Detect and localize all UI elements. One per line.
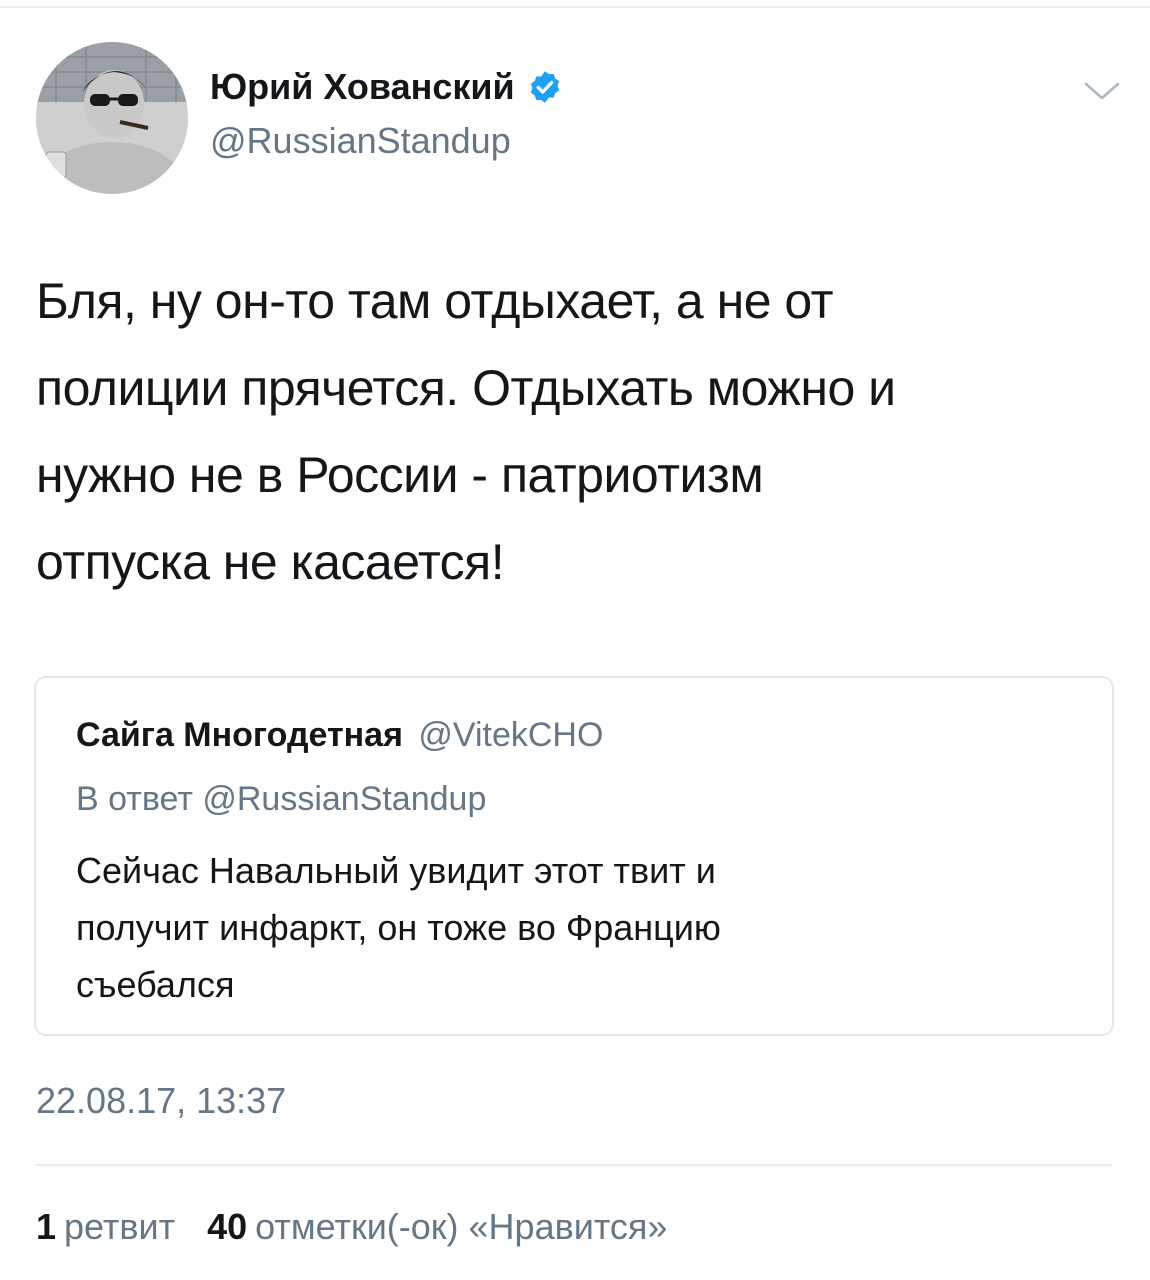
retweets-count: 1 <box>36 1206 57 1247</box>
author-handle[interactable]: @RussianStandup <box>210 120 511 162</box>
likes-label: отметки(-ок) «Нравится» <box>255 1206 668 1247</box>
tweet-text-line: полиции прячется. Отдыхать можно и <box>36 360 896 416</box>
quoted-tweet-text: Сейчас Навальный увидит этот твит и полу… <box>76 842 721 1013</box>
tweet-text: Бля, ну он-то там отдыхает, а не от поли… <box>36 258 1126 606</box>
stats-divider <box>36 1164 1112 1166</box>
likes-stat[interactable]: 40 отметки(-ок) «Нравится» <box>207 1206 689 1247</box>
quoted-tweet-header: Сайга Многодетная @VitekCHO <box>76 716 603 755</box>
tweet-text-line: отпуска не касается! <box>36 534 505 590</box>
tweet-stats: 1 ретвит 40 отметки(-ок) «Нравится» <box>36 1206 689 1248</box>
verified-badge-icon <box>530 71 559 103</box>
quoted-reply-to: В ответ @RussianStandup <box>76 780 487 818</box>
top-divider <box>0 6 1150 8</box>
tweet-text-line: нужно не в России - патриотизм <box>36 447 764 503</box>
likes-count: 40 <box>207 1206 248 1247</box>
retweets-label: ретвит <box>64 1206 176 1247</box>
retweets-stat[interactable]: 1 ретвит <box>36 1206 207 1247</box>
quoted-tweet-card[interactable]: Сайга Многодетная @VitekCHO В ответ @Rus… <box>34 676 1114 1036</box>
tweet-text-line: Бля, ну он-то там отдыхает, а не от <box>36 273 834 329</box>
profile-photo-icon <box>36 42 188 194</box>
author-display-name[interactable]: Юрий Хованский <box>210 66 563 108</box>
quoted-text-line: Сейчас Навальный увидит этот твит и <box>76 850 716 891</box>
avatar[interactable] <box>36 42 188 194</box>
quoted-text-line: получит инфаркт, он тоже во Францию <box>76 907 721 948</box>
chevron-down-icon[interactable] <box>1082 76 1122 106</box>
quoted-text-line: съебался <box>76 964 235 1005</box>
quoted-author-handle: @VitekCHO <box>418 716 604 754</box>
author-name-text: Юрий Хованский <box>210 66 515 107</box>
tweet-timestamp[interactable]: 22.08.17, 13:37 <box>36 1080 286 1122</box>
quoted-author-name: Сайга Многодетная <box>76 716 403 754</box>
